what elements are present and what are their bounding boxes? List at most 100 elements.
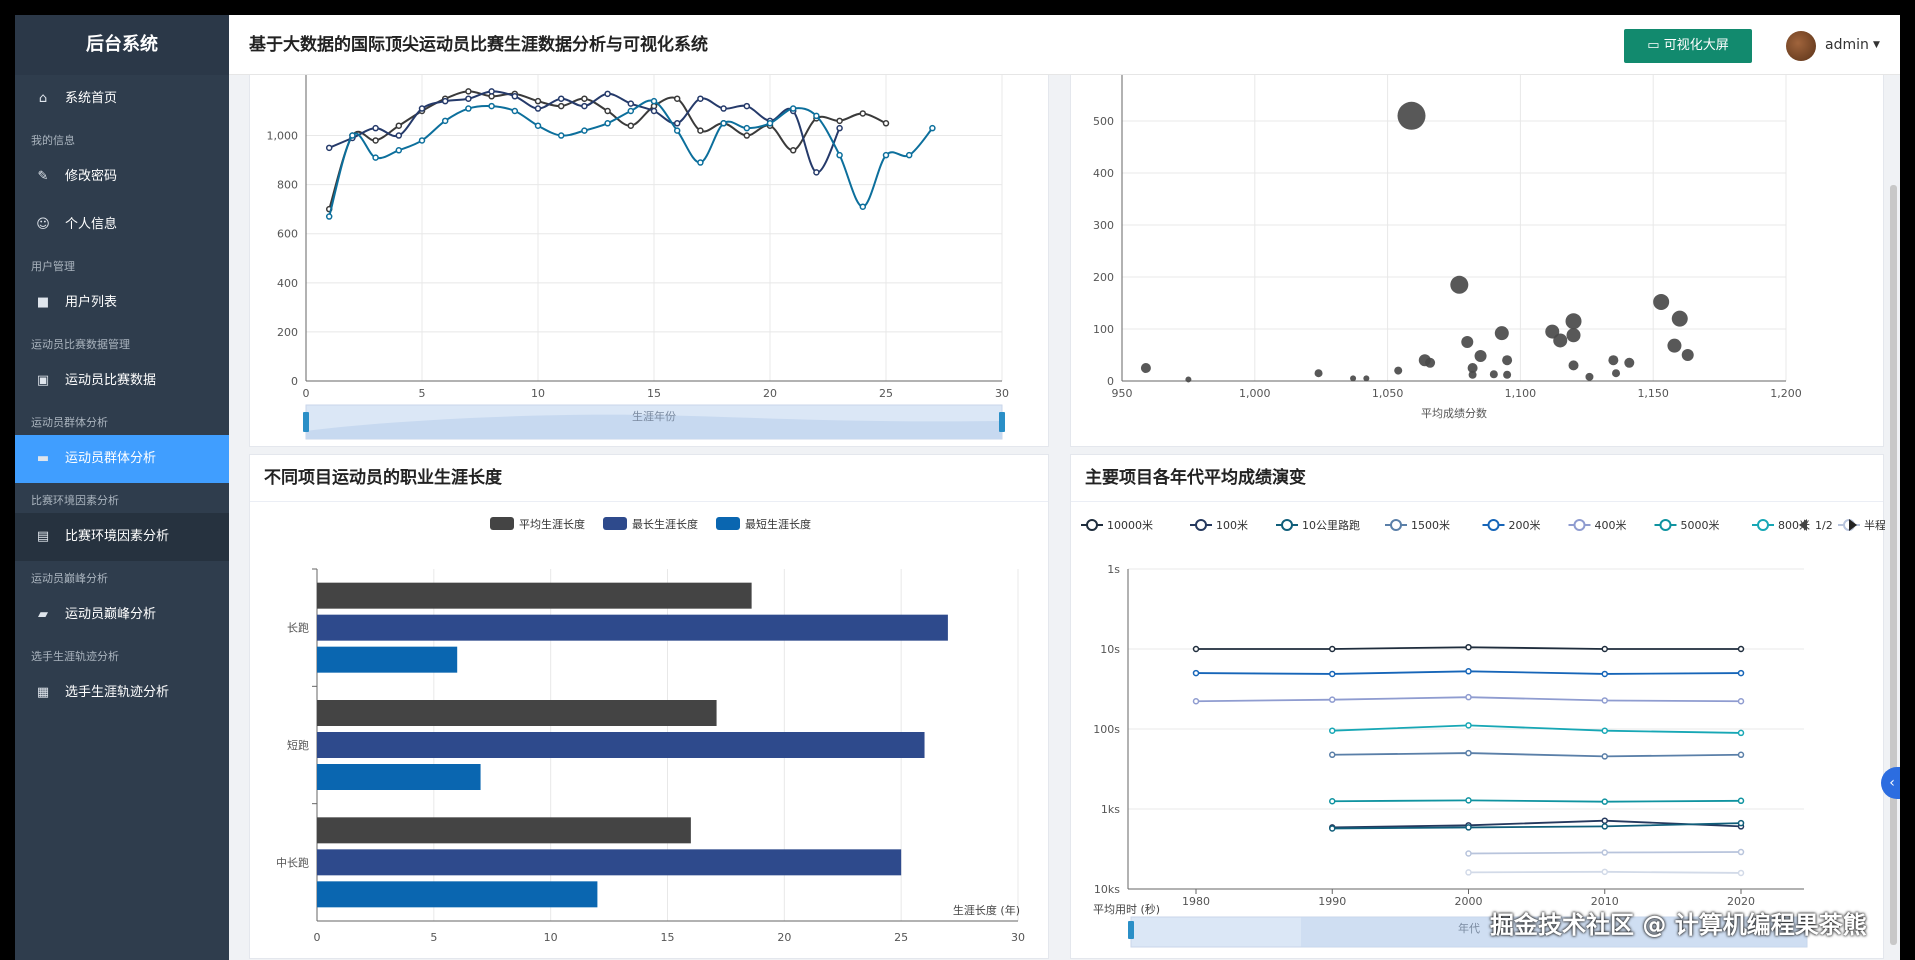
data-point xyxy=(673,95,681,102)
zoom-handle-right xyxy=(999,412,1005,432)
bar-1 xyxy=(317,732,925,758)
x-axis-title: 年代 xyxy=(1458,921,1480,935)
y-tick-label: 500 xyxy=(1093,115,1114,128)
sidebar-item-match-data[interactable]: ▣ 运动员比赛数据 xyxy=(15,357,229,405)
scatter-point xyxy=(1350,375,1357,382)
sidebar-item-home[interactable]: ⌂ 系统首页 xyxy=(15,75,229,123)
sidebar-group-label: 我的信息 xyxy=(31,134,75,147)
data-point xyxy=(581,95,588,102)
scatter-point xyxy=(1612,369,1621,378)
scatter-point xyxy=(1397,101,1426,130)
data-point xyxy=(557,102,565,110)
scatter-point xyxy=(1653,293,1670,310)
y-tick-label: 10s xyxy=(1100,643,1120,656)
data-point xyxy=(1737,819,1745,827)
sidebar-group-label: 运动员比赛数据管理 xyxy=(31,338,130,351)
sidebar-item-trajectory-analysis[interactable]: ▦ 选手生涯轨迹分析 xyxy=(15,669,229,717)
data-point xyxy=(836,117,843,125)
data-point xyxy=(813,169,820,176)
legend-marker xyxy=(1195,519,1207,531)
sidebar-item-user-list[interactable]: ■ 用户列表 xyxy=(15,279,229,327)
bar-1 xyxy=(317,849,902,876)
data-point xyxy=(1737,751,1745,759)
x-tick-label: 5 xyxy=(430,931,437,944)
user-icon: ☺ xyxy=(36,217,50,232)
bar-0 xyxy=(317,582,752,609)
sidebar-item-label: 修改密码 xyxy=(65,169,118,184)
scatter-point xyxy=(1489,370,1498,379)
page-scrollbar[interactable] xyxy=(1890,185,1897,945)
data-point xyxy=(905,151,913,159)
data-point xyxy=(1329,825,1336,832)
data-point xyxy=(1465,797,1472,804)
x-tick-label: 1,100 xyxy=(1505,387,1537,400)
x-tick-label: 1,050 xyxy=(1372,387,1404,400)
data-point xyxy=(1601,823,1608,830)
data-point xyxy=(1465,749,1472,757)
data-point xyxy=(627,100,635,107)
scatter-point xyxy=(1503,370,1512,379)
visual-screen-button[interactable]: ▭ 可视化大屏 xyxy=(1624,29,1752,63)
data-point xyxy=(836,151,843,159)
avatar[interactable] xyxy=(1786,31,1816,61)
data-point xyxy=(789,147,797,154)
scatter-point xyxy=(1553,333,1568,348)
data-point xyxy=(557,95,565,102)
bar-0 xyxy=(317,817,691,844)
data-point xyxy=(511,107,519,115)
legend-label: 最长生涯长度 xyxy=(632,517,698,531)
data-point xyxy=(534,122,542,129)
series-line-6 xyxy=(1332,799,1742,803)
user-name[interactable]: admin xyxy=(1825,15,1869,75)
data-point xyxy=(1329,797,1336,805)
scatter-point xyxy=(1565,313,1582,330)
legend-label: 最短生涯长度 xyxy=(745,517,811,531)
y-tick-label: 600 xyxy=(277,228,298,241)
legend-marker xyxy=(1659,519,1672,531)
data-point xyxy=(557,132,565,139)
data-point xyxy=(604,107,611,115)
y-tick-label: 100s xyxy=(1093,723,1120,736)
data-point xyxy=(372,137,379,144)
data-point xyxy=(882,120,890,127)
sidebar-item-label: 选手生涯轨迹分析 xyxy=(65,685,170,700)
x-axis-title: 生涯长度 (年) xyxy=(953,903,1020,917)
sidebar-item-env-analysis[interactable]: ▤ 比赛环境因素分析 xyxy=(15,513,229,561)
thumbs-up-icon: ▰ xyxy=(38,607,48,622)
data-point xyxy=(1601,670,1608,678)
sidebar-group-label: 运动员群体分析 xyxy=(31,416,108,429)
x-tick-label: 1,200 xyxy=(1770,387,1802,400)
grid-icon: ▦ xyxy=(36,685,50,700)
chevron-down-icon[interactable]: ▼ xyxy=(1873,15,1880,75)
series-line-3 xyxy=(1332,752,1742,758)
data-point xyxy=(766,120,774,127)
data-point xyxy=(511,93,519,100)
data-point xyxy=(1329,670,1336,678)
scatter-point xyxy=(1394,366,1403,375)
data-point xyxy=(1465,722,1472,729)
sidebar-item-personal-info[interactable]: ☺ 个人信息 xyxy=(15,201,229,249)
legend-label: 平均生涯长度 xyxy=(519,517,585,531)
sidebar-item-peak-analysis[interactable]: ▰ 运动员巅峰分析 xyxy=(15,591,229,639)
data-point xyxy=(743,102,751,110)
data-point xyxy=(325,144,333,152)
legend-marker xyxy=(1573,519,1586,531)
data-point xyxy=(1329,727,1336,734)
y-tick-label: 长跑 xyxy=(287,621,309,635)
y-tick-label: 300 xyxy=(1093,219,1114,232)
data-point xyxy=(441,97,449,105)
y-tick-label: 400 xyxy=(1093,167,1114,180)
data-point xyxy=(836,124,843,132)
data-point xyxy=(720,105,727,112)
top-bar: 基于大数据的国际顶尖运动员比赛生涯数据分析与可视化系统 ▭ 可视化大屏 admi… xyxy=(229,15,1900,75)
y-tick-label: 1ks xyxy=(1101,803,1120,816)
sidebar-item-change-password[interactable]: ✎ 修改密码 xyxy=(15,153,229,201)
x-tick-label: 0 xyxy=(303,387,310,400)
data-point xyxy=(1465,643,1472,651)
data-point xyxy=(743,132,751,139)
scatter-point xyxy=(1566,328,1581,343)
legend-swatch xyxy=(490,517,514,530)
sidebar-item-group-analysis[interactable]: ▬ 运动员群体分析 xyxy=(15,435,229,483)
data-point xyxy=(627,122,635,129)
data-point xyxy=(1329,645,1336,653)
